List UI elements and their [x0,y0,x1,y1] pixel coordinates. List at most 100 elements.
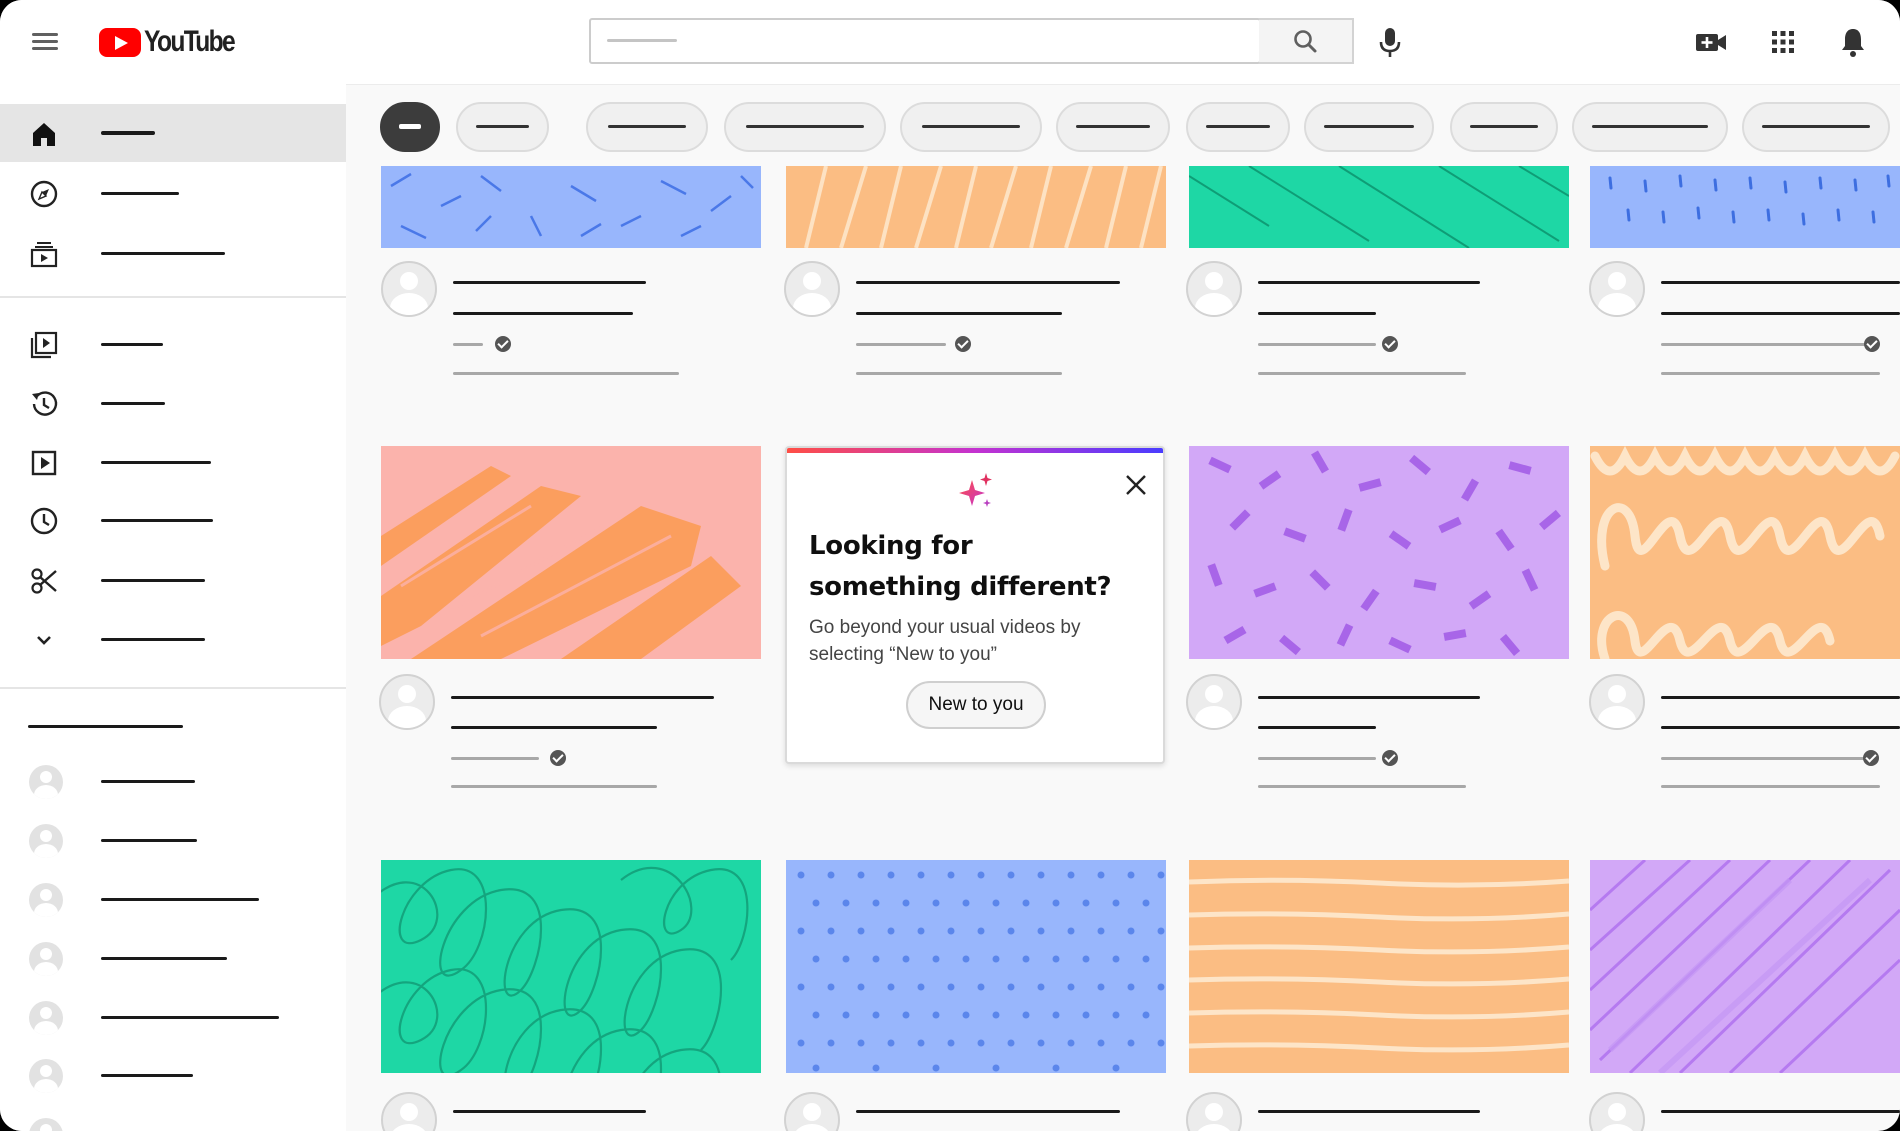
sidebar-item-watch-later[interactable] [0,491,346,549]
channel-name[interactable] [1661,757,1869,760]
video-title[interactable] [1258,1110,1480,1113]
video-title[interactable] [1258,726,1376,729]
channel-avatar[interactable] [1589,1092,1645,1131]
channel-avatar[interactable] [1589,674,1645,730]
channel-name[interactable] [856,343,946,346]
channel-avatar[interactable] [784,261,840,317]
sidebar-item-clips[interactable] [0,551,346,609]
video-title[interactable] [1661,281,1900,284]
chip-label [1206,125,1270,128]
video-thumbnail[interactable] [1590,166,1900,248]
channel-name[interactable] [453,343,483,346]
subscription-channel[interactable] [0,871,346,929]
search-button[interactable] [1259,18,1354,64]
video-thumbnail[interactable] [381,166,761,248]
filter-chip[interactable] [1742,102,1890,152]
video-title[interactable] [1258,281,1480,284]
video-camera-plus-icon[interactable] [1693,24,1729,60]
video-thumbnail[interactable] [381,446,761,659]
sidebar-item-show-more[interactable] [0,610,346,668]
video-thumbnail[interactable] [1189,446,1569,659]
video-title[interactable] [1661,726,1900,729]
hamburger-menu-icon[interactable] [28,28,64,56]
search-input[interactable] [589,18,1261,64]
filter-chip[interactable] [900,102,1042,152]
channel-name[interactable] [1661,343,1871,346]
youtube-logo[interactable]: YouTube [99,24,254,60]
close-icon[interactable] [1119,468,1153,502]
video-thumbnail[interactable] [1189,860,1569,1073]
video-title[interactable] [453,1110,646,1113]
chip-label [1470,125,1538,128]
video-title[interactable] [1661,312,1900,315]
subscription-channel[interactable] [0,812,346,870]
video-thumbnail[interactable] [381,860,761,1073]
filter-chip[interactable] [1304,102,1434,152]
subscription-channel[interactable] [0,930,346,988]
filter-chip[interactable] [586,102,708,152]
search-placeholder [607,39,677,42]
channel-avatar[interactable] [1186,261,1242,317]
video-title[interactable] [451,726,657,729]
filter-chip[interactable] [1572,102,1728,152]
thumbnail-pattern [786,860,1166,1073]
channel-avatar[interactable] [784,1092,840,1131]
filter-chip[interactable] [456,102,549,152]
subscription-channel[interactable] [0,1047,346,1105]
gradient-accent-bar [787,448,1163,453]
sidebar-item-explore[interactable] [0,164,346,222]
video-title[interactable] [856,312,1062,315]
sidebar-item-library[interactable] [0,315,346,373]
subscription-channel[interactable] [0,989,346,1047]
channel-avatar[interactable] [379,674,435,730]
video-thumbnail[interactable] [1590,446,1900,659]
thumbnail-pattern [1189,860,1569,1073]
sidebar-item-subscriptions[interactable] [0,224,346,282]
video-title[interactable] [1661,1110,1900,1113]
video-title[interactable] [1258,696,1480,699]
channel-name [101,957,227,960]
channel-avatar[interactable] [1186,674,1242,730]
chip-all[interactable] [380,102,440,152]
subscription-channel[interactable] [0,753,346,811]
bell-icon[interactable] [1835,24,1871,60]
filter-chip[interactable] [1056,102,1170,152]
channel-avatar[interactable] [1589,261,1645,317]
thumbnail-pattern [1590,446,1900,659]
apps-grid-icon[interactable] [1765,24,1801,60]
subscription-channel[interactable] [0,1106,346,1131]
filter-chip[interactable] [1450,102,1558,152]
channel-avatar[interactable] [381,261,437,317]
channel-avatar[interactable] [1186,1092,1242,1131]
history-icon [32,391,58,416]
thumbnail-pattern [381,446,761,659]
video-thumbnail[interactable] [786,860,1166,1073]
sidebar-item-home[interactable] [0,104,346,162]
youtube-play-icon [99,27,141,57]
channel-name[interactable] [451,757,539,760]
video-title[interactable] [453,312,633,315]
chip-label [922,125,1020,128]
filter-chip[interactable] [1186,102,1290,152]
sidebar-item-your-videos[interactable] [0,433,346,491]
video-thumbnail[interactable] [1189,166,1569,248]
video-title[interactable] [1258,312,1376,315]
video-title[interactable] [1661,696,1900,699]
channel-avatar[interactable] [381,1092,437,1131]
new-to-you-button[interactable]: New to you [906,681,1046,729]
video-title[interactable] [453,281,646,284]
video-title[interactable] [451,696,714,699]
mic-icon[interactable] [1370,22,1410,62]
channel-name [101,780,195,783]
watch-later-icon [30,507,58,535]
video-title[interactable] [856,1110,1120,1113]
thumbnail-pattern [1590,166,1900,248]
video-title[interactable] [856,281,1120,284]
channel-name[interactable] [1258,757,1376,760]
sidebar-item-history[interactable] [0,374,346,432]
video-thumbnail[interactable] [1590,860,1900,1073]
clips-icon [31,568,57,594]
channel-name[interactable] [1258,343,1376,346]
video-thumbnail[interactable] [786,166,1166,248]
filter-chip[interactable] [724,102,886,152]
